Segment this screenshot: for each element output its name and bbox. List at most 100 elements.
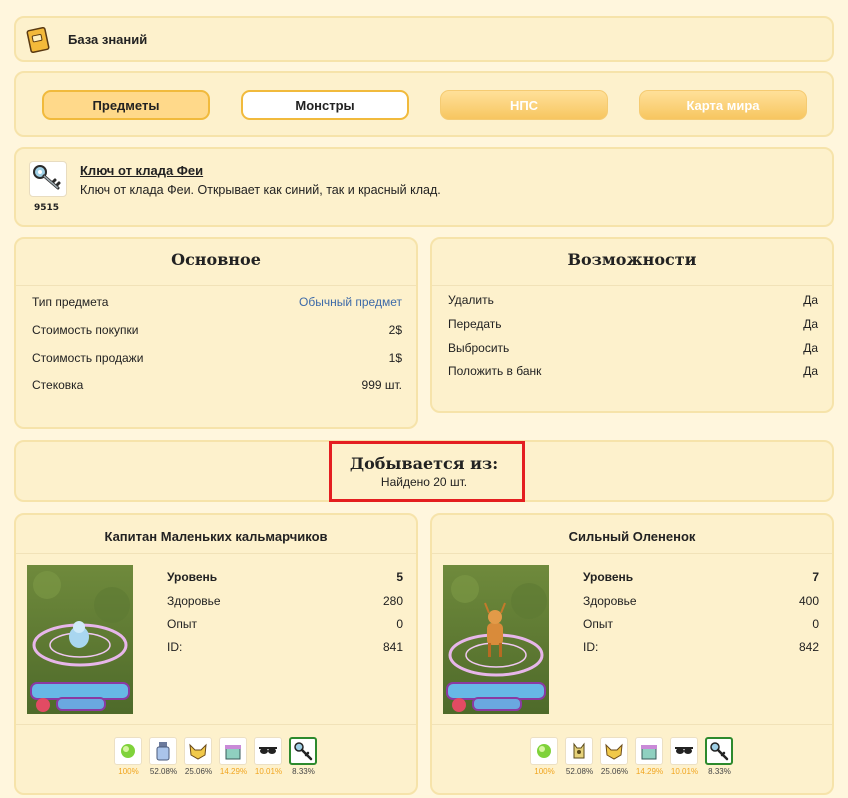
row-value: Да xyxy=(803,317,818,331)
stat-label: Уровень xyxy=(583,570,634,584)
drop-item[interactable]: 10.01% xyxy=(670,737,699,776)
tab-monsters[interactable]: Монстры xyxy=(241,90,409,120)
drop-item[interactable]: 52.08% xyxy=(565,737,594,776)
info-row: Стековка 999 шт. xyxy=(32,378,402,392)
row-label: Положить в банк xyxy=(448,364,542,378)
drop-chance: 25.06% xyxy=(600,767,629,776)
drop-chance: 52.08% xyxy=(149,767,178,776)
item-info: 9515 Ключ от клада Феи Ключ от клада Феи… xyxy=(14,147,834,227)
page-title: База знаний xyxy=(68,32,148,47)
drop-item[interactable]: 14.29% xyxy=(219,737,248,776)
stat-value: 7 xyxy=(812,570,819,584)
book-icon xyxy=(26,26,50,54)
monster-card: Капитан Маленьких кальмарчиков Уровень 5… xyxy=(14,513,418,795)
row-value: Да xyxy=(803,341,818,355)
row-label: Стековка xyxy=(32,378,84,392)
basic-title: Основное xyxy=(171,250,261,269)
stat-row: ID: 841 xyxy=(167,640,403,654)
capability-row: Удалить Да xyxy=(448,293,818,307)
tab-world-map[interactable]: Карта мира xyxy=(639,90,807,120)
stat-label: Здоровье xyxy=(583,594,637,608)
item-type-link[interactable]: Обычный предмет xyxy=(299,295,402,309)
monster-image[interactable] xyxy=(443,565,549,714)
stat-label: ID: xyxy=(167,640,183,654)
stat-value: 842 xyxy=(798,640,819,654)
sunglasses-icon xyxy=(254,737,282,765)
drop-item[interactable]: 10.01% xyxy=(254,737,283,776)
key-icon xyxy=(705,737,733,765)
item-description: Ключ от клада Феи. Открывает как синий, … xyxy=(80,183,441,197)
stat-value: 280 xyxy=(382,594,403,608)
stat-value: 841 xyxy=(382,640,403,654)
row-label: Выбросить xyxy=(448,341,510,355)
basic-panel: Основное Тип предмета Обычный предмет Ст… xyxy=(14,237,418,429)
capability-row: Положить в банк Да xyxy=(448,364,818,378)
stat-label: Опыт xyxy=(583,617,613,631)
stat-value: 5 xyxy=(396,570,403,584)
row-label: Тип предмета xyxy=(32,295,109,309)
drop-chance: 14.29% xyxy=(635,767,664,776)
drop-item[interactable]: 14.29% xyxy=(635,737,664,776)
monster-image[interactable] xyxy=(27,565,133,714)
row-label: Передать xyxy=(448,317,502,331)
monster-name[interactable]: Сильный Олененок xyxy=(432,529,832,544)
pet-mask-icon xyxy=(600,737,628,765)
divider xyxy=(16,724,416,725)
green-orb-icon xyxy=(530,737,558,765)
divider xyxy=(432,553,832,554)
capabilities-title: Возможности xyxy=(567,250,697,269)
info-row: Стоимость покупки 2$ xyxy=(32,323,402,337)
drop-chance: 100% xyxy=(534,767,555,776)
tab-npc[interactable]: НПС xyxy=(440,90,608,120)
capabilities-panel: Возможности Удалить Да Передать Да Выбро… xyxy=(430,237,834,413)
row-value: Да xyxy=(803,364,818,378)
info-row: Стоимость продажи 1$ xyxy=(32,351,402,365)
capability-row: Выбросить Да xyxy=(448,341,818,355)
drop-chance: 8.33% xyxy=(708,767,731,776)
drop-chance: 10.01% xyxy=(670,767,699,776)
stat-row: Уровень 5 xyxy=(167,570,403,584)
green-orb-icon xyxy=(114,737,142,765)
stat-value: 0 xyxy=(812,617,819,631)
divider xyxy=(432,724,832,725)
info-row: Тип предмета Обычный предмет xyxy=(32,295,402,309)
monster-name[interactable]: Капитан Маленьких кальмарчиков xyxy=(16,529,416,544)
row-value: 999 шт. xyxy=(361,378,402,392)
drop-item[interactable]: 25.06% xyxy=(184,737,213,776)
stat-row: Здоровье 400 xyxy=(583,594,819,608)
stat-label: ID: xyxy=(583,640,599,654)
drop-item[interactable]: 100% xyxy=(114,737,143,776)
tab-bar: Предметы Монстры НПС Карта мира xyxy=(14,71,834,137)
drop-chance: 10.01% xyxy=(254,767,283,776)
divider xyxy=(432,285,832,286)
page-header: База знаний xyxy=(14,16,834,62)
row-value: 2$ xyxy=(388,323,402,337)
drop-item[interactable]: 52.08% xyxy=(149,737,178,776)
drop-chance: 100% xyxy=(118,767,139,776)
stat-label: Здоровье xyxy=(167,594,221,608)
drop-chance: 14.29% xyxy=(219,767,248,776)
item-name[interactable]: Ключ от клада Феи xyxy=(80,163,203,178)
row-label: Стоимость продажи xyxy=(32,351,144,365)
stat-row: Опыт 0 xyxy=(167,617,403,631)
drop-item[interactable]: 8.33% xyxy=(705,737,734,776)
potion-bottle-icon xyxy=(149,737,177,765)
drop-chance: 8.33% xyxy=(292,767,315,776)
item-id: 9515 xyxy=(34,203,60,213)
monster-card: Сильный Олененок Уровень 7 Здоровье 400 … xyxy=(430,513,834,795)
drop-list: 100% 52.08% 25.06% 14.29% 10.01% 8.33% xyxy=(432,737,832,776)
drop-item[interactable]: 25.06% xyxy=(600,737,629,776)
row-label: Стоимость покупки xyxy=(32,323,139,337)
divider xyxy=(16,285,416,286)
drop-item[interactable]: 100% xyxy=(530,737,559,776)
row-label: Удалить xyxy=(448,293,494,307)
tab-items[interactable]: Предметы xyxy=(42,90,210,120)
drop-list: 100% 52.08% 25.06% 14.29% 10.01% 8.33% xyxy=(16,737,416,776)
row-value: Да xyxy=(803,293,818,307)
stat-label: Уровень xyxy=(167,570,218,584)
drop-item[interactable]: 8.33% xyxy=(289,737,318,776)
stat-row: Здоровье 280 xyxy=(167,594,403,608)
row-value: 1$ xyxy=(388,351,402,365)
key-icon xyxy=(289,737,317,765)
stat-label: Опыт xyxy=(167,617,197,631)
